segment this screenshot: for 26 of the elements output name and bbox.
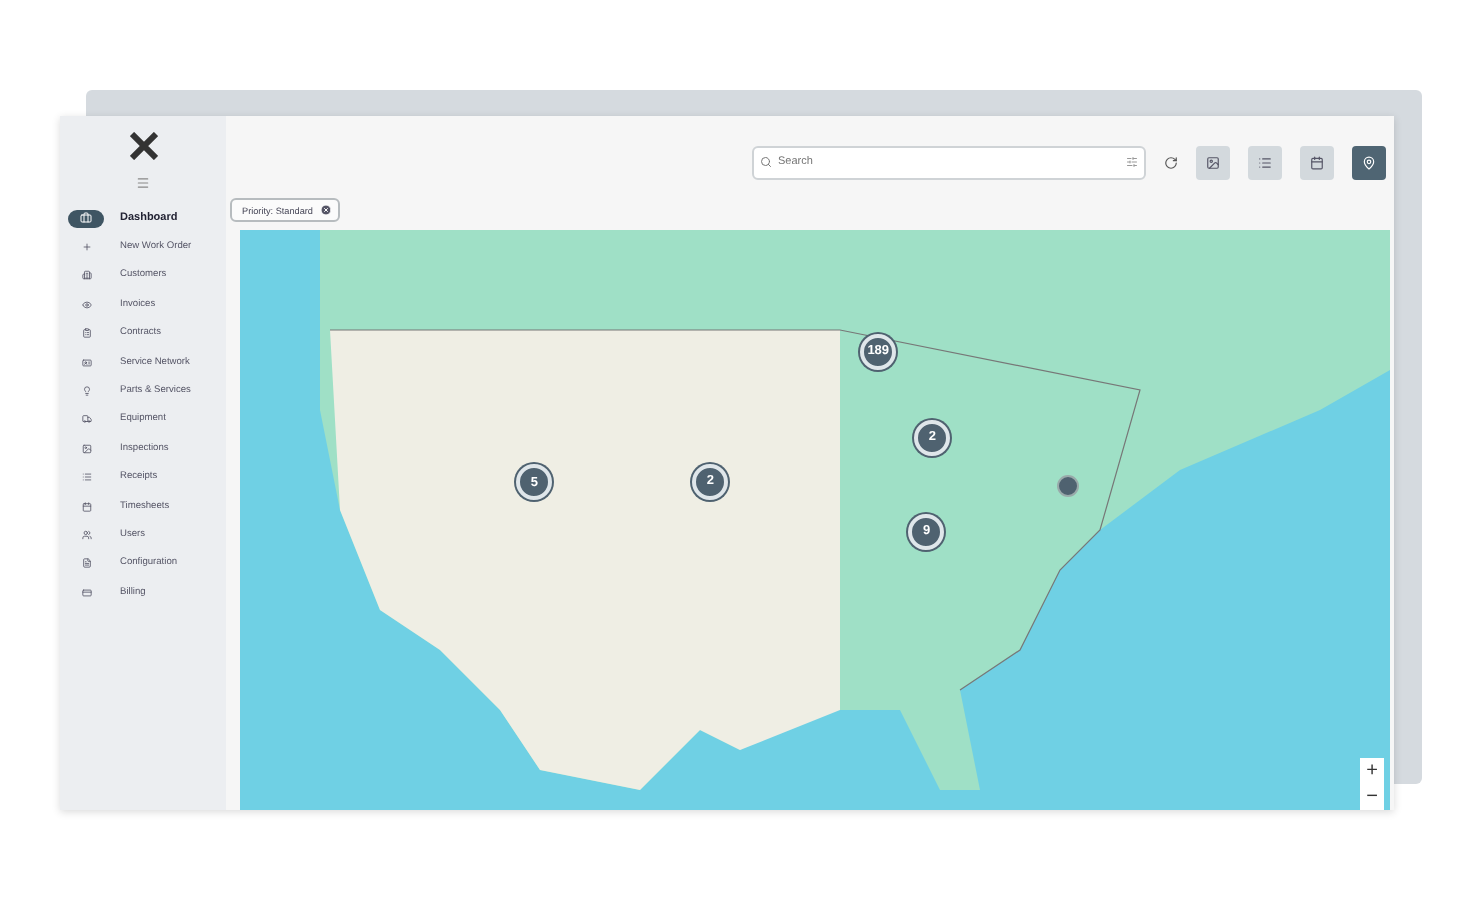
- users-icon: [81, 529, 91, 540]
- calendar-icon: [1310, 155, 1324, 169]
- truck-icon: [81, 414, 91, 425]
- eye-icon: [81, 299, 91, 310]
- view-button[interactable]: [1196, 145, 1230, 179]
- remove-icon[interactable]: [319, 204, 331, 216]
- map-pin-icon: [1362, 155, 1376, 169]
- calendar-icon: [81, 501, 91, 512]
- plus-icon: [81, 242, 91, 253]
- view-button[interactable]: [1248, 145, 1282, 179]
- card-icon: [81, 587, 91, 598]
- image-icon: [81, 443, 91, 454]
- refresh-icon[interactable]: [1164, 155, 1178, 169]
- image-icon: [1206, 155, 1220, 169]
- lightbulb-icon: [81, 386, 91, 397]
- briefcase-icon: [80, 212, 92, 225]
- document-icon: [81, 558, 91, 569]
- id-card-icon: [81, 357, 91, 368]
- building-icon: [81, 270, 91, 281]
- filter-icon[interactable]: [1126, 155, 1138, 167]
- view-button[interactable]: [1352, 145, 1386, 179]
- list-icon: [1258, 155, 1272, 169]
- clipboard-icon: [81, 328, 91, 339]
- view-button[interactable]: [1300, 145, 1334, 179]
- search-icon: [760, 155, 772, 167]
- list-icon: [81, 472, 91, 483]
